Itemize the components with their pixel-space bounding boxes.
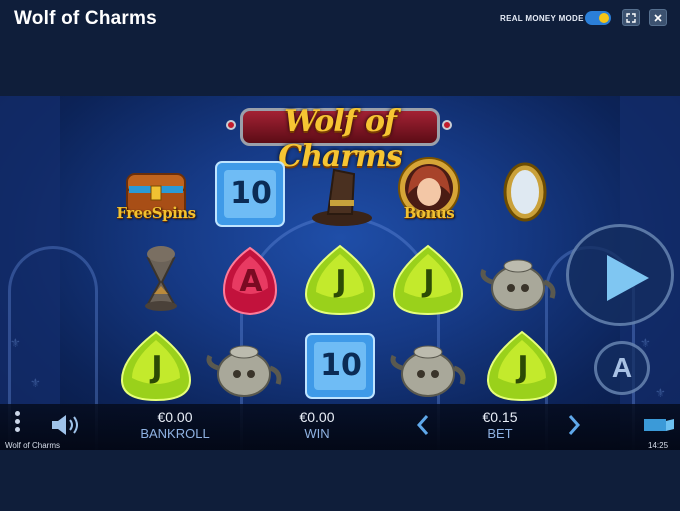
game-name: Wolf of Charms (5, 441, 60, 450)
symbol-blue-10: 10 (210, 156, 292, 234)
page: Wolf of Charms REAL MONEY MODE ⚜ ⚜ ⚜ ⚜ ⚜ (0, 0, 680, 511)
bet-label: BET (487, 426, 513, 441)
symbol-green-j: J (388, 242, 470, 320)
j-text: J (335, 264, 347, 299)
freespins-text: FreeSpins (116, 204, 196, 222)
symbol-blue-10: 10 (300, 328, 382, 406)
app-title: Wolf of Charms (14, 8, 157, 29)
bet-increase-icon[interactable] (566, 414, 582, 436)
speaker-icon[interactable] (50, 413, 84, 437)
win-label: WIN (304, 426, 330, 441)
spin-button[interactable] (566, 224, 674, 326)
a-text: A (239, 264, 263, 299)
symbol-freespins-chest: FreeSpins (115, 156, 197, 234)
game-logo: Wolf of Charms (222, 98, 458, 174)
j-text: J (517, 350, 529, 385)
symbol-green-j: J (482, 328, 564, 406)
symbol-mirror (485, 156, 567, 234)
win-value: €0.00 (299, 409, 335, 425)
ten-text: 10 (320, 348, 362, 383)
hat-icon (312, 168, 372, 226)
real-money-mode-label: REAL MONEY MODE (500, 14, 584, 23)
real-money-mode-toggle[interactable] (585, 11, 611, 25)
bet-decrease-icon[interactable] (415, 414, 431, 436)
fullscreen-icon (626, 12, 636, 23)
symbol-teapot (388, 328, 470, 406)
j-text: J (151, 350, 163, 385)
game-area[interactable]: ⚜ ⚜ ⚜ ⚜ ⚜ Wolf of Charms FreeSpins (0, 96, 680, 450)
mirror-icon (503, 162, 547, 222)
symbol-bonus-girl: Bonus (388, 154, 470, 232)
ten-text: 10 (230, 176, 272, 211)
toggle-knob (599, 13, 609, 23)
j-text: J (423, 264, 435, 299)
symbol-wolf-hat (300, 156, 382, 234)
symbol-teapot (478, 242, 560, 320)
symbol-green-j: J (300, 242, 382, 320)
treasure-chest-icon (126, 173, 186, 215)
symbol-teapot-hourglass (124, 242, 206, 320)
close-button[interactable] (649, 9, 667, 26)
symbol-green-j: J (116, 328, 198, 406)
symbol-teapot (204, 328, 286, 406)
teapot-icon (390, 345, 466, 397)
hourglass-icon (145, 246, 177, 311)
clock: 14:25 (648, 441, 669, 450)
fleur-de-lis-icon: ⚜ (10, 336, 21, 350)
bonus-text: Bonus (403, 204, 455, 222)
menu-icon[interactable] (11, 411, 23, 437)
symbol-red-a: A (210, 242, 292, 320)
top-bar: Wolf of Charms REAL MONEY MODE (0, 0, 680, 38)
bet-value: €0.15 (482, 409, 518, 425)
bankroll-label: BANKROLL (140, 426, 210, 441)
fleur-de-lis-icon: ⚜ (655, 386, 666, 400)
provider-logo-icon (644, 419, 674, 431)
bottom-bar: €0.00 BANKROLL €0.00 WIN €0.15 BET Wolf … (0, 404, 680, 450)
play-icon (607, 255, 649, 301)
fullscreen-button[interactable] (622, 9, 640, 26)
close-icon (654, 13, 662, 22)
teapot-icon (480, 259, 556, 311)
fleur-de-lis-icon: ⚜ (30, 376, 41, 390)
teapot-icon (206, 345, 282, 397)
bankroll-value: €0.00 (157, 409, 193, 425)
autoplay-button[interactable]: A (594, 341, 650, 395)
